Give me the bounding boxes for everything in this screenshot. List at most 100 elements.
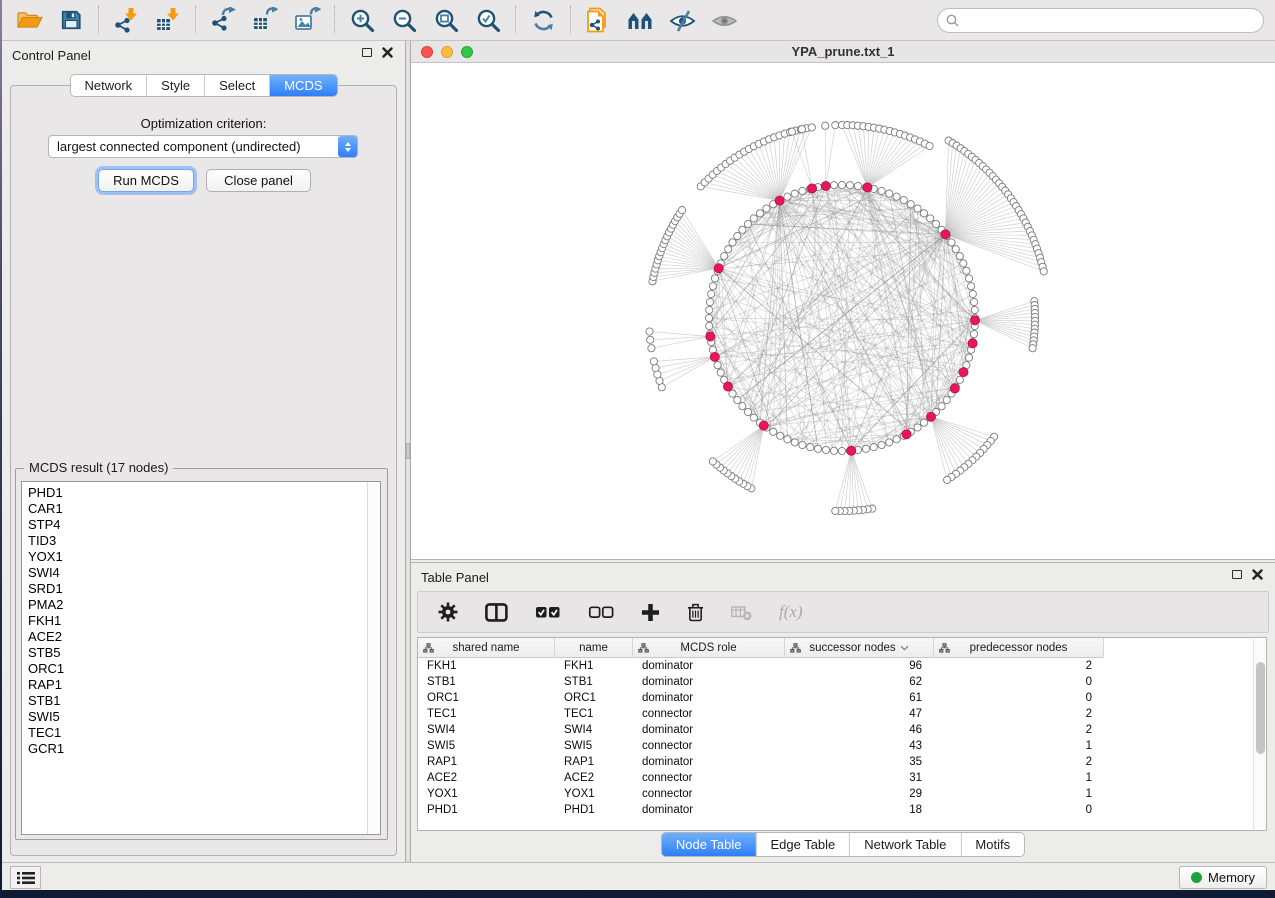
mcds-result-item[interactable]: PMA2 bbox=[22, 597, 380, 613]
tab-select[interactable]: Select bbox=[204, 75, 269, 96]
mcds-result-item[interactable]: SWI5 bbox=[22, 709, 380, 725]
delete-columns-button[interactable] bbox=[687, 602, 704, 622]
zoom-fit-button[interactable] bbox=[425, 3, 467, 37]
table-row[interactable]: ACE2ACE2connector311 bbox=[418, 770, 1266, 786]
show-graphics-details-button[interactable] bbox=[703, 3, 745, 37]
mcds-result-title: MCDS result (17 nodes) bbox=[24, 460, 173, 475]
tab-style[interactable]: Style bbox=[146, 75, 204, 96]
table-row[interactable]: SWI4SWI4dominator462 bbox=[418, 722, 1266, 738]
import-network-button[interactable] bbox=[105, 3, 147, 37]
mcds-result-item[interactable]: SWI4 bbox=[22, 565, 380, 581]
table-row[interactable]: TEC1TEC1connector472 bbox=[418, 706, 1266, 722]
column-header-shared-name[interactable]: shared name bbox=[418, 638, 555, 658]
run-mcds-button[interactable]: Run MCDS bbox=[98, 169, 194, 192]
tab-motifs[interactable]: Motifs bbox=[960, 833, 1024, 856]
mcds-result-item[interactable]: GCR1 bbox=[22, 741, 380, 757]
table-panel-title: Table Panel bbox=[421, 570, 489, 585]
mcds-result-item[interactable]: ORC1 bbox=[22, 661, 380, 677]
export-image-button[interactable] bbox=[286, 3, 328, 37]
open-file-button[interactable] bbox=[8, 3, 50, 37]
table-row[interactable]: STB1STB1dominator620 bbox=[418, 674, 1266, 690]
close-panel-button[interactable]: Close panel bbox=[206, 169, 311, 192]
network-canvas[interactable] bbox=[411, 63, 1275, 559]
search-input[interactable] bbox=[959, 13, 1263, 28]
table-row[interactable]: SWI5SWI5connector431 bbox=[418, 738, 1266, 754]
table-row[interactable]: PHD1PHD1dominator180 bbox=[418, 802, 1266, 818]
deselect-all-button[interactable] bbox=[588, 604, 614, 620]
mcds-result-item[interactable]: ACE2 bbox=[22, 629, 380, 645]
column-header-mcds-role[interactable]: MCDS role bbox=[633, 638, 785, 658]
float-panel-icon[interactable] bbox=[362, 48, 372, 57]
tab-network-table[interactable]: Network Table bbox=[849, 833, 960, 856]
tab-node-table[interactable]: Node Table bbox=[662, 833, 756, 856]
table-cell-name: STB1 bbox=[555, 674, 633, 690]
splitter-grip[interactable] bbox=[406, 443, 410, 459]
zoom-selected-button[interactable] bbox=[467, 3, 509, 37]
table-scrollbar-thumb[interactable] bbox=[1256, 662, 1265, 754]
column-header-predecessor-nodes[interactable]: predecessor nodes bbox=[934, 638, 1104, 658]
toolbar-separator bbox=[570, 6, 571, 34]
hide-selected-button[interactable] bbox=[661, 3, 703, 37]
mcds-result-item[interactable]: RAP1 bbox=[22, 677, 380, 693]
mcds-result-item[interactable]: PHD1 bbox=[22, 482, 380, 501]
table-cell-successor-nodes: 29 bbox=[785, 786, 934, 802]
eye-gray-icon bbox=[711, 8, 738, 33]
mcds-result-item[interactable]: STB1 bbox=[22, 693, 380, 709]
export-table-button[interactable] bbox=[244, 3, 286, 37]
mcds-result-item[interactable]: SRD1 bbox=[22, 581, 380, 597]
import-network-icon bbox=[113, 7, 139, 33]
uncheck-all-icon bbox=[588, 604, 614, 620]
table-scrollbar-track[interactable] bbox=[1253, 639, 1266, 830]
binoculars-icon bbox=[627, 8, 654, 32]
mcds-result-item[interactable]: TEC1 bbox=[22, 725, 380, 741]
create-column-button[interactable] bbox=[641, 603, 660, 622]
mcds-result-item[interactable]: STB5 bbox=[22, 645, 380, 661]
task-history-button[interactable] bbox=[10, 866, 41, 889]
table-cell-mcds-role: connector bbox=[633, 770, 785, 786]
control-panel: Control Panel Optimization criterion: la… bbox=[2, 41, 405, 862]
column-header-successor-nodes[interactable]: successor nodes bbox=[785, 638, 934, 658]
table-cell-name: YOX1 bbox=[555, 786, 633, 802]
mcds-result-item[interactable]: STP4 bbox=[22, 517, 380, 533]
mcds-result-item[interactable]: FKH1 bbox=[22, 613, 380, 629]
table-cell-predecessor-nodes: 0 bbox=[934, 674, 1104, 690]
apply-layout-button[interactable] bbox=[522, 3, 564, 37]
column-mapping-icon bbox=[638, 643, 649, 653]
save-session-button[interactable] bbox=[50, 3, 92, 37]
table-settings-button[interactable] bbox=[438, 602, 458, 622]
select-all-button[interactable] bbox=[535, 604, 561, 620]
tab-mcds[interactable]: MCDS bbox=[269, 75, 336, 96]
mcds-result-item[interactable]: TID3 bbox=[22, 533, 380, 549]
table-row[interactable]: RAP1RAP1dominator352 bbox=[418, 754, 1266, 770]
import-table-button[interactable] bbox=[147, 3, 189, 37]
criterion-select[interactable]: largest connected component (undirected) bbox=[48, 135, 358, 158]
tab-network[interactable]: Network bbox=[70, 75, 146, 96]
mcds-result-item[interactable]: CAR1 bbox=[22, 501, 380, 517]
export-network-button[interactable] bbox=[202, 3, 244, 37]
first-neighbors-button[interactable] bbox=[619, 3, 661, 37]
toggle-panel-layout-button[interactable] bbox=[485, 603, 508, 622]
mcds-result-item[interactable]: YOX1 bbox=[22, 549, 380, 565]
table-row[interactable]: FKH1FKH1dominator962 bbox=[418, 658, 1266, 674]
close-table-panel-icon[interactable] bbox=[1252, 569, 1263, 580]
trash-icon bbox=[687, 602, 704, 622]
main-toolbar bbox=[2, 0, 1275, 41]
column-header-name[interactable]: name bbox=[555, 638, 633, 658]
table-cell-name: RAP1 bbox=[555, 754, 633, 770]
table-row[interactable]: ORC1ORC1dominator610 bbox=[418, 690, 1266, 706]
table-cell-shared-name: RAP1 bbox=[418, 754, 555, 770]
new-network-from-selection-button[interactable] bbox=[577, 3, 619, 37]
save-icon bbox=[59, 8, 83, 32]
memory-button[interactable]: Memory bbox=[1179, 866, 1267, 889]
zoom-out-button[interactable] bbox=[383, 3, 425, 37]
close-panel-icon[interactable] bbox=[382, 47, 393, 58]
table-row[interactable]: YOX1YOX1connector291 bbox=[418, 786, 1266, 802]
list-scrollbar-track[interactable] bbox=[367, 482, 380, 834]
tab-edge-table[interactable]: Edge Table bbox=[755, 833, 849, 856]
network-title: YPA_prune.txt_1 bbox=[411, 44, 1275, 59]
network-graph[interactable] bbox=[411, 63, 1275, 560]
zoom-in-button[interactable] bbox=[341, 3, 383, 37]
zoom-out-icon bbox=[392, 8, 417, 33]
mcds-result-list[interactable]: PHD1CAR1STP4TID3YOX1SWI4SRD1PMA2FKH1ACE2… bbox=[21, 481, 381, 835]
float-table-panel-icon[interactable] bbox=[1232, 570, 1242, 579]
